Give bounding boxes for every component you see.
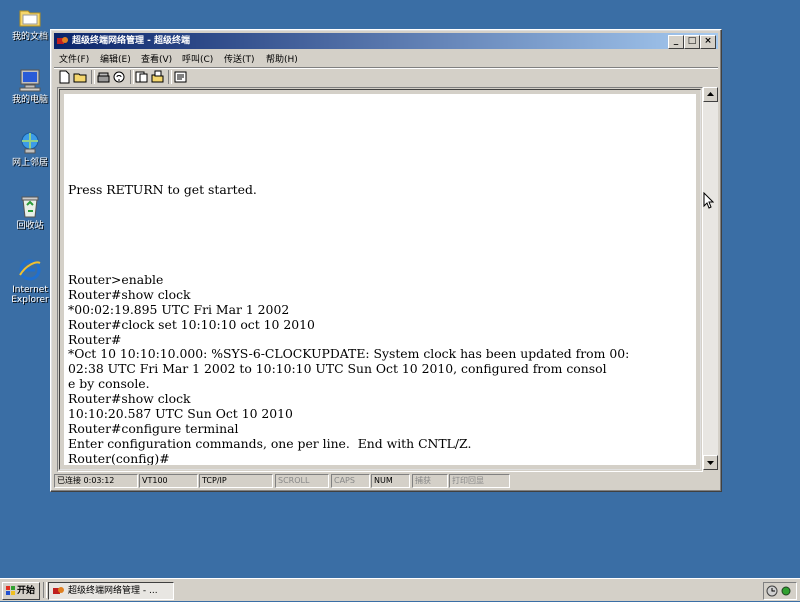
minimize-button[interactable]: _ [668,35,684,49]
desktop-icon-label: 我的电脑 [11,95,48,105]
desktop-icon-label: 网上邻居 [11,158,48,168]
title-bar[interactable]: 超级终端网络管理 - 超级终端 _ □ × [54,33,718,49]
new-icon[interactable] [57,70,72,84]
vertical-scrollbar[interactable] [703,87,718,470]
terminal-frame: Press RETURN to get started. Router>enab… [57,87,703,472]
menu-call[interactable]: 呼叫(C) [182,52,213,65]
taskbar-item-hyperterminal[interactable]: 超级终端网络管理 - ... [48,582,174,600]
desktop-icon-label: Internet Explorer [11,285,49,305]
settings-icon[interactable] [173,70,188,84]
receive-icon[interactable] [150,70,165,84]
desktop-icon-recycle-bin[interactable]: 回收站 [6,193,54,231]
terminal-output: Press RETURN to get started. Router>enab… [68,182,630,465]
window-title: 超级终端网络管理 - 超级终端 [72,36,191,46]
menu-edit[interactable]: 编辑(E) [100,52,131,65]
taskbar: 开始 超级终端网络管理 - ... [0,578,800,601]
status-caps: CAPS [331,474,370,488]
tray-icons[interactable] [764,583,796,599]
status-emulation: VT100 [139,474,198,488]
properties-icon[interactable] [112,70,127,84]
recycle-bin-icon [17,193,43,219]
internet-explorer-icon [17,257,43,283]
windows-logo-icon [6,586,16,596]
start-label: 开始 [17,586,36,596]
send-icon[interactable] [134,70,149,84]
scroll-down-button[interactable] [703,455,718,470]
status-print-echo: 打印回显 [449,474,510,488]
desktop-icon-label: 回收站 [16,221,44,231]
status-bar: 已连接 0:03:12 VT100 TCP/IP SCROLL CAPS NUM… [54,473,718,488]
status-connected: 已连接 0:03:12 [54,474,138,488]
toolbar [54,67,718,86]
network-icon [17,130,43,156]
menu-help[interactable]: 帮助(H) [266,52,298,65]
system-tray [763,582,797,600]
taskbar-separator [43,582,47,598]
desktop-icon-my-documents[interactable]: 我的文档 [6,4,54,42]
start-button[interactable]: 开始 [2,582,40,600]
hyperterminal-icon [53,586,64,596]
desktop-icon-label: 我的文档 [11,32,48,42]
menu-view[interactable]: 查看(V) [141,52,172,65]
status-num: NUM [371,474,410,488]
status-protocol: TCP/IP [199,474,273,488]
maximize-button[interactable]: □ [684,35,700,49]
menu-file[interactable]: 文件(F) [59,52,89,65]
folder-icon [17,4,43,30]
status-capture: 捕获 [412,474,448,488]
menu-transfer[interactable]: 传送(T) [224,52,255,65]
menu-bar: 文件(F) 编辑(E) 查看(V) 呼叫(C) 传送(T) 帮助(H) [54,50,718,67]
desktop-icon-my-computer[interactable]: 我的电脑 [6,67,54,105]
hyperterminal-window: 超级终端网络管理 - 超级终端 _ □ × 文件(F) 编辑(E) 查看(V) … [50,29,722,492]
hyperterminal-icon [57,36,68,46]
toolbar-separator [91,70,95,84]
open-icon[interactable] [73,70,88,84]
phone-icon[interactable] [96,70,111,84]
computer-icon [17,67,43,93]
close-button[interactable]: × [700,35,716,49]
toolbar-separator [168,70,172,84]
taskbar-item-label: 超级终端网络管理 - ... [68,586,158,596]
desktop-icon-internet-explorer[interactable]: Internet Explorer [6,257,54,305]
mouse-cursor-icon [703,191,715,212]
desktop-icon-network[interactable]: 网上邻居 [6,130,54,168]
scroll-up-button[interactable] [703,87,718,102]
status-scroll: SCROLL [275,474,329,488]
terminal-inner-border: Press RETURN to get started. Router>enab… [59,89,701,470]
terminal-screen[interactable]: Press RETURN to get started. Router>enab… [64,94,696,465]
